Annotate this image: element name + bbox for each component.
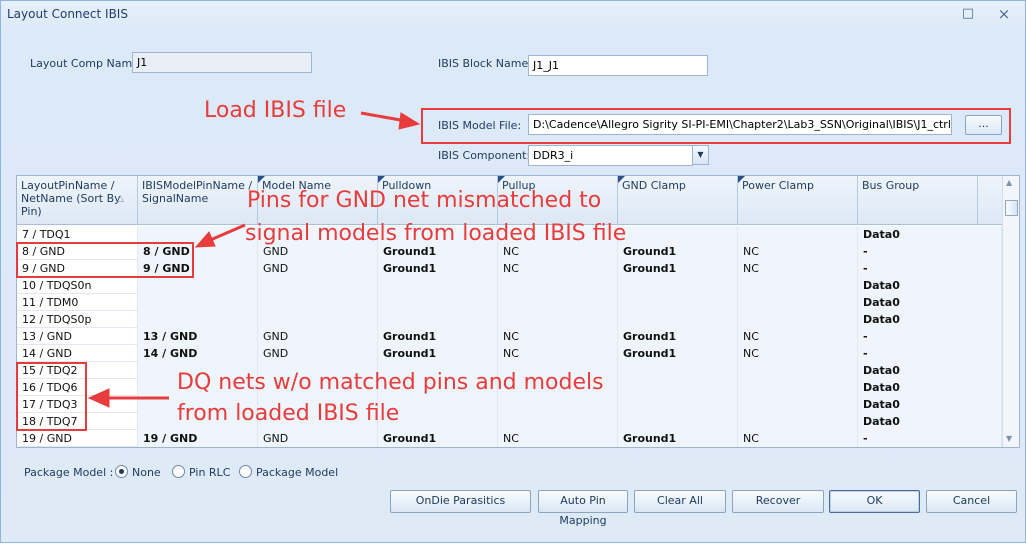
radio-none[interactable] — [115, 465, 128, 478]
ondie-parasitics-button[interactable]: OnDie Parasitics — [390, 490, 531, 513]
cancel-button[interactable]: Cancel — [926, 490, 1017, 513]
arrow-gnd-icon — [194, 223, 246, 248]
arrow-dq-icon — [87, 388, 169, 408]
annotation-arrows — [87, 111, 421, 408]
dialog-window: Layout Connect IBIS □ × Layout Comp Name… — [0, 0, 1026, 543]
radio-package-model-label: Package Model — [256, 466, 339, 479]
radio-pin-rlc[interactable] — [172, 465, 185, 478]
radio-none-label: None — [132, 466, 161, 479]
ok-button[interactable]: OK — [829, 490, 920, 513]
clear-all-button[interactable]: Clear All — [634, 490, 726, 513]
auto-pin-mapping-button[interactable]: Auto Pin Mapping — [538, 490, 628, 527]
package-model-label: Package Model : — [24, 466, 114, 479]
radio-pin-rlc-label: Pin RLC — [189, 466, 231, 479]
arrow-load-icon — [360, 111, 421, 130]
recover-button[interactable]: Recover — [732, 490, 824, 513]
radio-package-model[interactable] — [239, 465, 252, 478]
